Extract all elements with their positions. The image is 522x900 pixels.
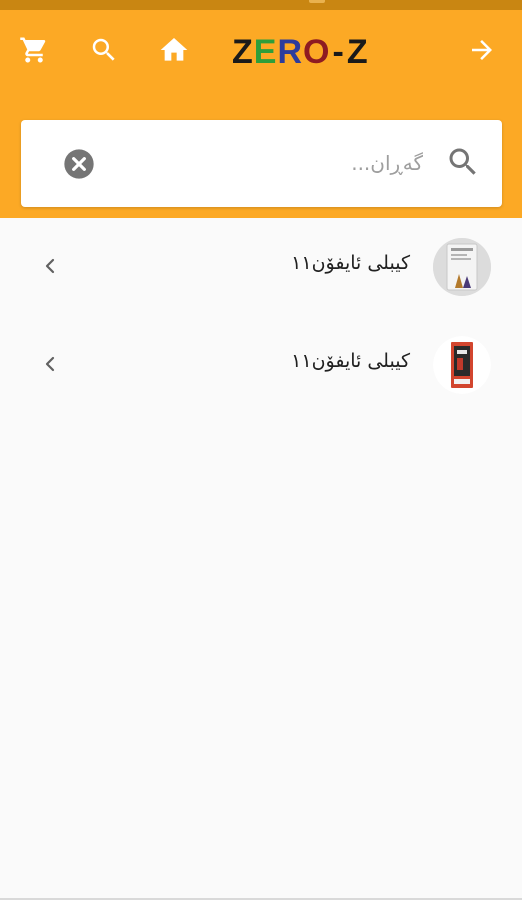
list-item[interactable]: کیبلی ئایفۆن١١ (0, 316, 522, 414)
logo-letter: R (277, 32, 304, 71)
home-button[interactable] (154, 30, 194, 70)
search-input[interactable] (121, 142, 425, 184)
list-item-label: کیبلی ئایفۆن١١ (291, 252, 410, 274)
status-bar-notch (309, 0, 325, 3)
logo-letter: Z (232, 32, 254, 71)
search-icon (92, 38, 115, 61)
cart-icon (20, 37, 46, 63)
chevron-left-icon (45, 258, 55, 274)
logo-letter: - (332, 32, 345, 71)
chevron-left-icon (45, 356, 55, 372)
arrow-forward-icon (472, 40, 492, 60)
logo-letter: E (253, 32, 278, 71)
search-icon (449, 148, 476, 175)
home-icon (160, 38, 188, 61)
cart-button[interactable] (14, 30, 54, 70)
logo-letter: O (303, 32, 331, 71)
zero-z-logo: ZERO-Z (232, 32, 422, 72)
list-item-label: کیبلی ئایفۆن١١ (291, 350, 410, 372)
cable-package-image (433, 238, 491, 296)
search-field-icon[interactable] (445, 144, 481, 180)
status-bar (0, 0, 522, 10)
list-item[interactable]: کیبلی ئایفۆن١١ (0, 218, 522, 316)
product-thumbnail (433, 238, 491, 296)
product-thumbnail (433, 336, 491, 394)
results-list: کیبلی ئایفۆن١١ کیبلی ئایفۆن١١ (0, 218, 522, 414)
forward-button[interactable] (462, 30, 502, 70)
search-button[interactable] (84, 30, 124, 70)
app-bar: ZERO-Z (0, 10, 522, 218)
cable-package-image (433, 336, 491, 394)
logo-letter: Z (346, 32, 369, 71)
clear-icon (64, 149, 94, 179)
search-card (21, 120, 502, 207)
clear-search-button[interactable] (63, 148, 95, 180)
